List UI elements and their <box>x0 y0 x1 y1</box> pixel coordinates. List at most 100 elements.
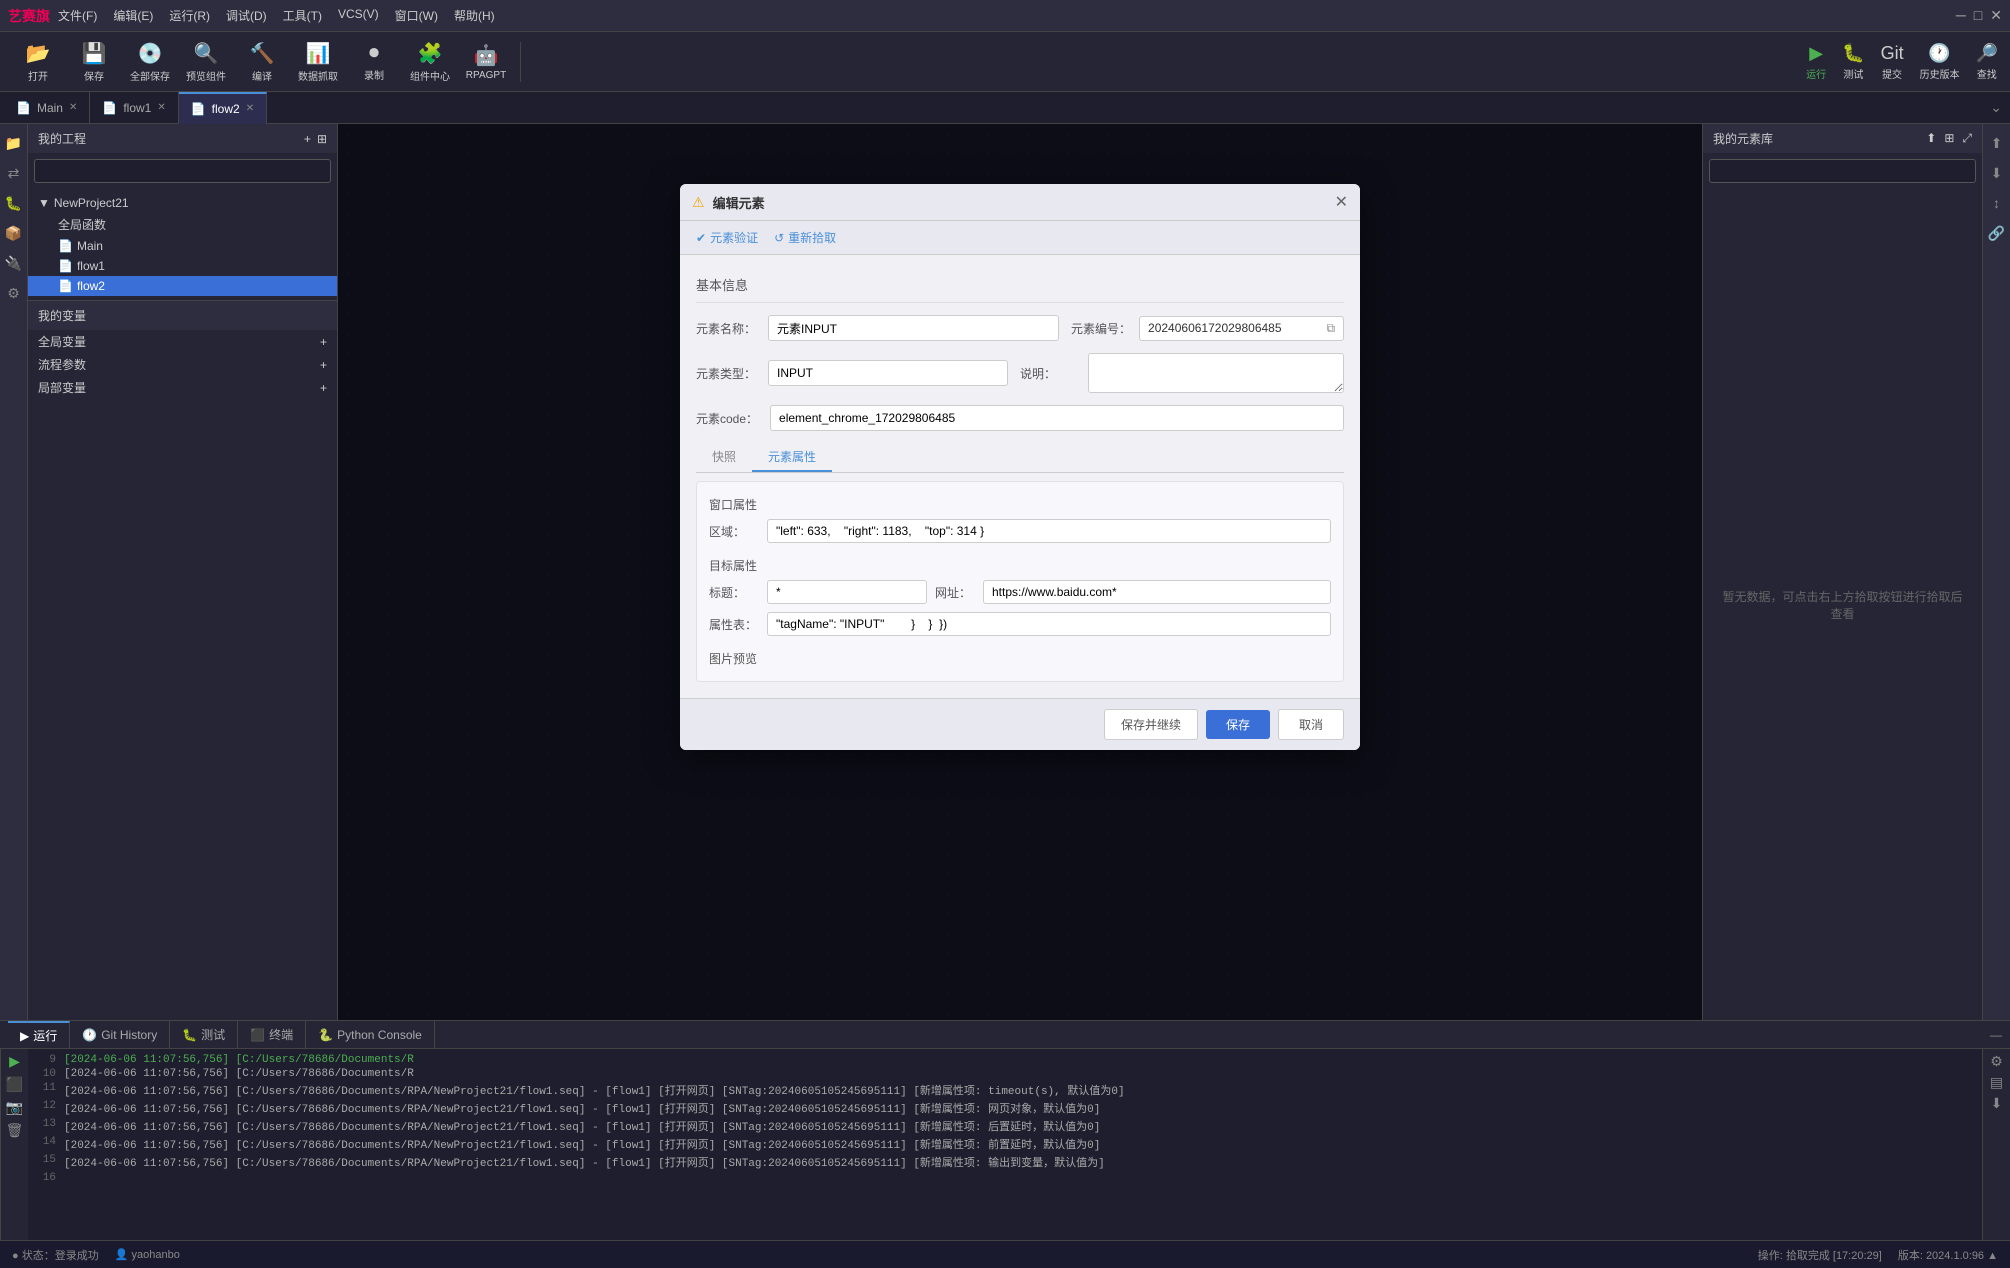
strip-expand-icon[interactable]: ↕ <box>1986 192 2008 214</box>
tree-project-root[interactable]: ▼NewProject21 <box>28 193 337 213</box>
project-header[interactable]: 我的工程 + ⊞ <box>28 124 337 153</box>
strip-flow-icon[interactable]: ⇄ <box>3 162 25 184</box>
maximize-button[interactable]: □ <box>1974 7 1982 24</box>
var-group-流程参数[interactable]: 流程参数+ <box>28 353 337 376</box>
menu-item[interactable]: 帮助(H) <box>454 7 495 24</box>
stop-icon[interactable]: ⬛ <box>6 1076 23 1093</box>
toolbar-git-button[interactable]: Git提交 <box>1881 43 1904 81</box>
tree-label: Main <box>77 239 103 253</box>
var-group-add-icon[interactable]: + <box>320 381 327 395</box>
menu-item[interactable]: 调试(D) <box>226 7 267 24</box>
toolbar-rpagpt-button[interactable]: 🤖RPAGPT <box>460 36 512 88</box>
log-settings-icon[interactable]: ⚙ <box>1990 1053 2003 1070</box>
bottom-collapse-icon[interactable]: — <box>1990 1028 2010 1042</box>
toolbar-search-global-button[interactable]: 🔎查找 <box>1976 43 1998 81</box>
code-input[interactable] <box>770 405 1344 431</box>
re-capture-button[interactable]: ↺ 重新拾取 <box>774 229 836 246</box>
toolbar-component-center-button[interactable]: 🧩组件中心 <box>404 36 456 88</box>
type-input[interactable] <box>768 360 1008 386</box>
bottom-capture-icon[interactable]: 📷 <box>6 1099 23 1116</box>
tab-flow2[interactable]: 📄flow2✕ <box>179 92 267 124</box>
attrs-table-input[interactable] <box>767 612 1331 636</box>
bottom-tab-测试[interactable]: 🐛测试 <box>170 1021 238 1049</box>
strip-package-icon[interactable]: 📦 <box>3 222 25 244</box>
menu-item[interactable]: VCS(V) <box>338 7 379 24</box>
log-filter-icon[interactable]: ▤ <box>1990 1074 2003 1091</box>
log-scroll-icon[interactable]: ⬇ <box>1991 1095 2003 1112</box>
project-options-icon[interactable]: ⊞ <box>317 132 327 146</box>
menu-item[interactable]: 运行(R) <box>169 7 210 24</box>
bottom-tab-终端[interactable]: ⬛终端 <box>238 1021 306 1049</box>
strip-settings-icon[interactable]: ⚙ <box>3 282 25 304</box>
title-input[interactable] <box>767 580 927 604</box>
bottom-tab-Python Console[interactable]: 🐍Python Console <box>306 1021 435 1049</box>
bottom-delete-icon[interactable]: 🗑 <box>6 1122 24 1139</box>
right-search-input[interactable] <box>1709 159 1976 183</box>
tab-flow1[interactable]: 📄flow1✕ <box>90 92 178 124</box>
toolbar-history-button[interactable]: 🕐历史版本 <box>1920 43 1960 81</box>
copy-id-icon[interactable]: ⧉ <box>1326 321 1335 336</box>
toolbar-open-button[interactable]: 📂打开 <box>12 36 64 88</box>
save-button[interactable]: 保存 <box>1206 710 1270 739</box>
toolbar-save-button[interactable]: 💾保存 <box>68 36 120 88</box>
var-group-全局变量[interactable]: 全局变量+ <box>28 330 337 353</box>
expand-icon[interactable]: ⤢ <box>1962 131 1972 146</box>
cancel-button[interactable]: 取消 <box>1278 709 1344 740</box>
tab-main[interactable]: 📄Main✕ <box>4 92 90 124</box>
var-group-add-icon[interactable]: + <box>320 358 327 372</box>
save-continue-button[interactable]: 保存并继续 <box>1104 709 1198 740</box>
toolbar-save-all-button[interactable]: 💿全部保存 <box>124 36 176 88</box>
var-group-局部变量[interactable]: 局部变量+ <box>28 376 337 399</box>
log-text: [2024-06-06 11:07:56,756] [C:/Users/7868… <box>64 1082 1125 1098</box>
tab-close-icon[interactable]: ✕ <box>246 103 254 114</box>
bottom-tab-运行[interactable]: ▶运行 <box>8 1021 70 1049</box>
menu-item[interactable]: 编辑(E) <box>113 7 153 24</box>
log-text: [2024-06-06 11:07:56,756] [C:/Users/7868… <box>64 1100 1100 1116</box>
snapshot-tab[interactable]: 快照 <box>696 443 752 472</box>
minimize-button[interactable]: ─ <box>1956 7 1966 24</box>
bottom-content-area: ▶ ⬛ 📷 🗑 9[2024-06-06 11:07:56,756] [C:/U… <box>0 1049 2010 1240</box>
tree-item-全局函数[interactable]: 全局函数 <box>28 213 337 236</box>
toolbar-compile-button[interactable]: 🔨编译 <box>236 36 288 88</box>
element-attrs-tab[interactable]: 元素属性 <box>752 443 832 472</box>
close-button[interactable]: ✕ <box>1990 7 2002 24</box>
menu-item[interactable]: 工具(T) <box>283 7 322 24</box>
element-verify-button[interactable]: ✔ 元素验证 <box>696 229 758 246</box>
strip-upload-icon[interactable]: ⬆ <box>1986 132 2008 154</box>
strip-plugin-icon[interactable]: 🔌 <box>3 252 25 274</box>
tree-item-flow1[interactable]: 📄flow1 <box>28 256 337 276</box>
menu-item[interactable]: 窗口(W) <box>395 7 438 24</box>
strip-link-icon[interactable]: 🔗 <box>1986 222 2008 244</box>
tab-close-icon[interactable]: ✕ <box>157 102 165 113</box>
tab-dropdown[interactable]: ⌄ <box>1982 99 2010 116</box>
toolbar-data-extract-button[interactable]: 📊数据抓取 <box>292 36 344 88</box>
verify-label: 元素验证 <box>710 229 758 246</box>
toolbar-record-button[interactable]: ⏺录制 <box>348 36 400 88</box>
run-play-icon[interactable]: ▶ <box>9 1053 20 1070</box>
name-input[interactable] <box>768 315 1059 341</box>
desc-textarea[interactable] <box>1088 353 1344 393</box>
modal-close-button[interactable]: ✕ <box>1335 192 1348 212</box>
title-bar-controls[interactable]: ─ □ ✕ <box>1956 7 2002 24</box>
bottom-tab-Git History[interactable]: 🕐Git History <box>70 1021 170 1049</box>
variables-header[interactable]: 我的变量 <box>28 301 337 330</box>
upload-icon[interactable]: ⬆ <box>1926 131 1936 146</box>
tree-item-Main[interactable]: 📄Main <box>28 236 337 256</box>
toolbar-run-button[interactable]: ▶运行 <box>1806 43 1826 81</box>
strip-download-icon[interactable]: ⬇ <box>1986 162 2008 184</box>
tab-close-icon[interactable]: ✕ <box>69 102 77 113</box>
data-extract-icon: 📊 <box>306 41 331 66</box>
strip-folder-icon[interactable]: 📁 <box>3 132 25 154</box>
add-project-icon[interactable]: + <box>304 132 311 146</box>
region-input[interactable] <box>767 519 1331 543</box>
toolbar-debug-button[interactable]: 🐛测试 <box>1842 43 1864 81</box>
tree-item-flow2[interactable]: 📄flow2 <box>28 276 337 296</box>
toolbar-preview-button[interactable]: 🔍预览组件 <box>180 36 232 88</box>
modal-tab-bar: 快照 元素属性 <box>696 443 1344 473</box>
menu-item[interactable]: 文件(F) <box>58 7 97 24</box>
var-group-add-icon[interactable]: + <box>320 335 327 349</box>
url-input[interactable] <box>983 580 1331 604</box>
grid-icon[interactable]: ⊞ <box>1944 131 1954 146</box>
sidebar-search-input[interactable] <box>34 159 331 183</box>
strip-debug-icon[interactable]: 🐛 <box>3 192 25 214</box>
